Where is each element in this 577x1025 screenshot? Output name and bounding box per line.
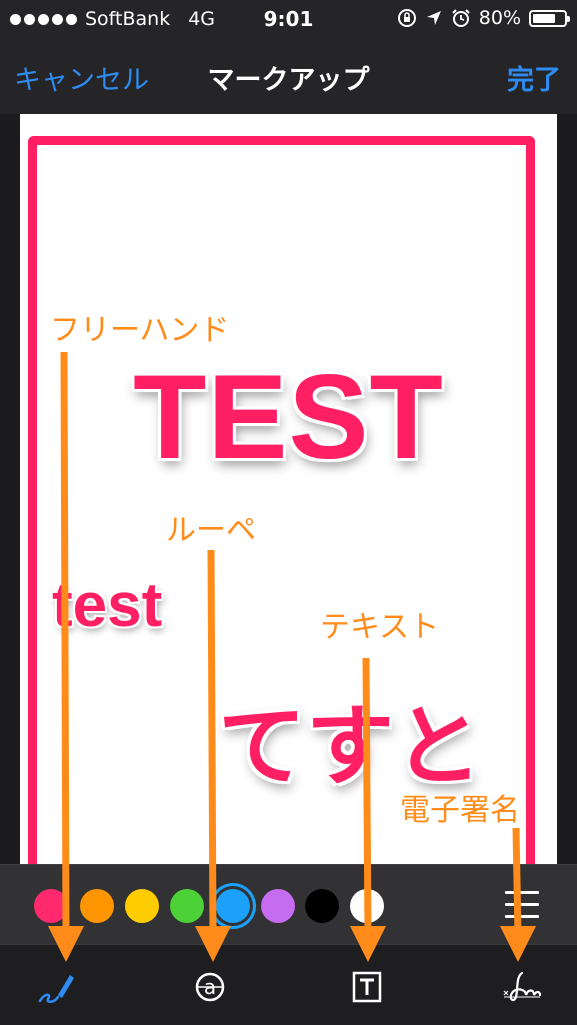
color-swatch-white[interactable]	[350, 889, 384, 923]
battery-percent: 80%	[478, 7, 521, 29]
annotation-loupe: ルーペ	[166, 513, 256, 548]
nav-bar: キャンセル マークアップ 完了	[0, 38, 577, 114]
line-width-menu-icon[interactable]	[505, 891, 539, 927]
status-right: 80%	[397, 7, 570, 29]
signature-icon[interactable]	[500, 967, 544, 1007]
location-arrow-icon	[426, 11, 441, 25]
markup-text-large[interactable]: TEST	[20, 348, 557, 486]
color-toolbar	[0, 864, 577, 945]
pen-icon[interactable]	[34, 967, 78, 1007]
color-swatch-orange[interactable]	[80, 889, 114, 923]
text-box-icon[interactable]	[345, 967, 389, 1007]
color-swatch-green[interactable]	[170, 889, 204, 923]
alarm-icon	[452, 9, 470, 27]
annotation-text: テキスト	[320, 610, 440, 645]
rotation-lock-icon	[397, 9, 416, 27]
done-button[interactable]: 完了	[507, 58, 561, 97]
status-bar: SoftBank 4G 9:01 80%	[0, 0, 577, 38]
color-swatch-black[interactable]	[305, 889, 339, 923]
annotation-freehand: フリーハンド	[50, 313, 230, 348]
color-swatch-yellow[interactable]	[125, 889, 159, 923]
loupe-icon[interactable]: a	[188, 967, 232, 1007]
page-title: マークアップ	[207, 65, 370, 96]
markup-text-small[interactable]: test	[52, 570, 162, 641]
battery-icon	[529, 9, 570, 27]
markup-canvas[interactable]: TEST test てすと	[20, 114, 557, 876]
annotation-signature: 電子署名	[400, 793, 520, 828]
color-swatch-pink[interactable]	[34, 889, 68, 923]
color-swatch-blue[interactable]	[216, 889, 250, 923]
tool-bar: a	[0, 944, 577, 1025]
color-swatch-purple[interactable]	[261, 889, 295, 923]
markup-text-japanese[interactable]: てすと	[218, 676, 482, 803]
